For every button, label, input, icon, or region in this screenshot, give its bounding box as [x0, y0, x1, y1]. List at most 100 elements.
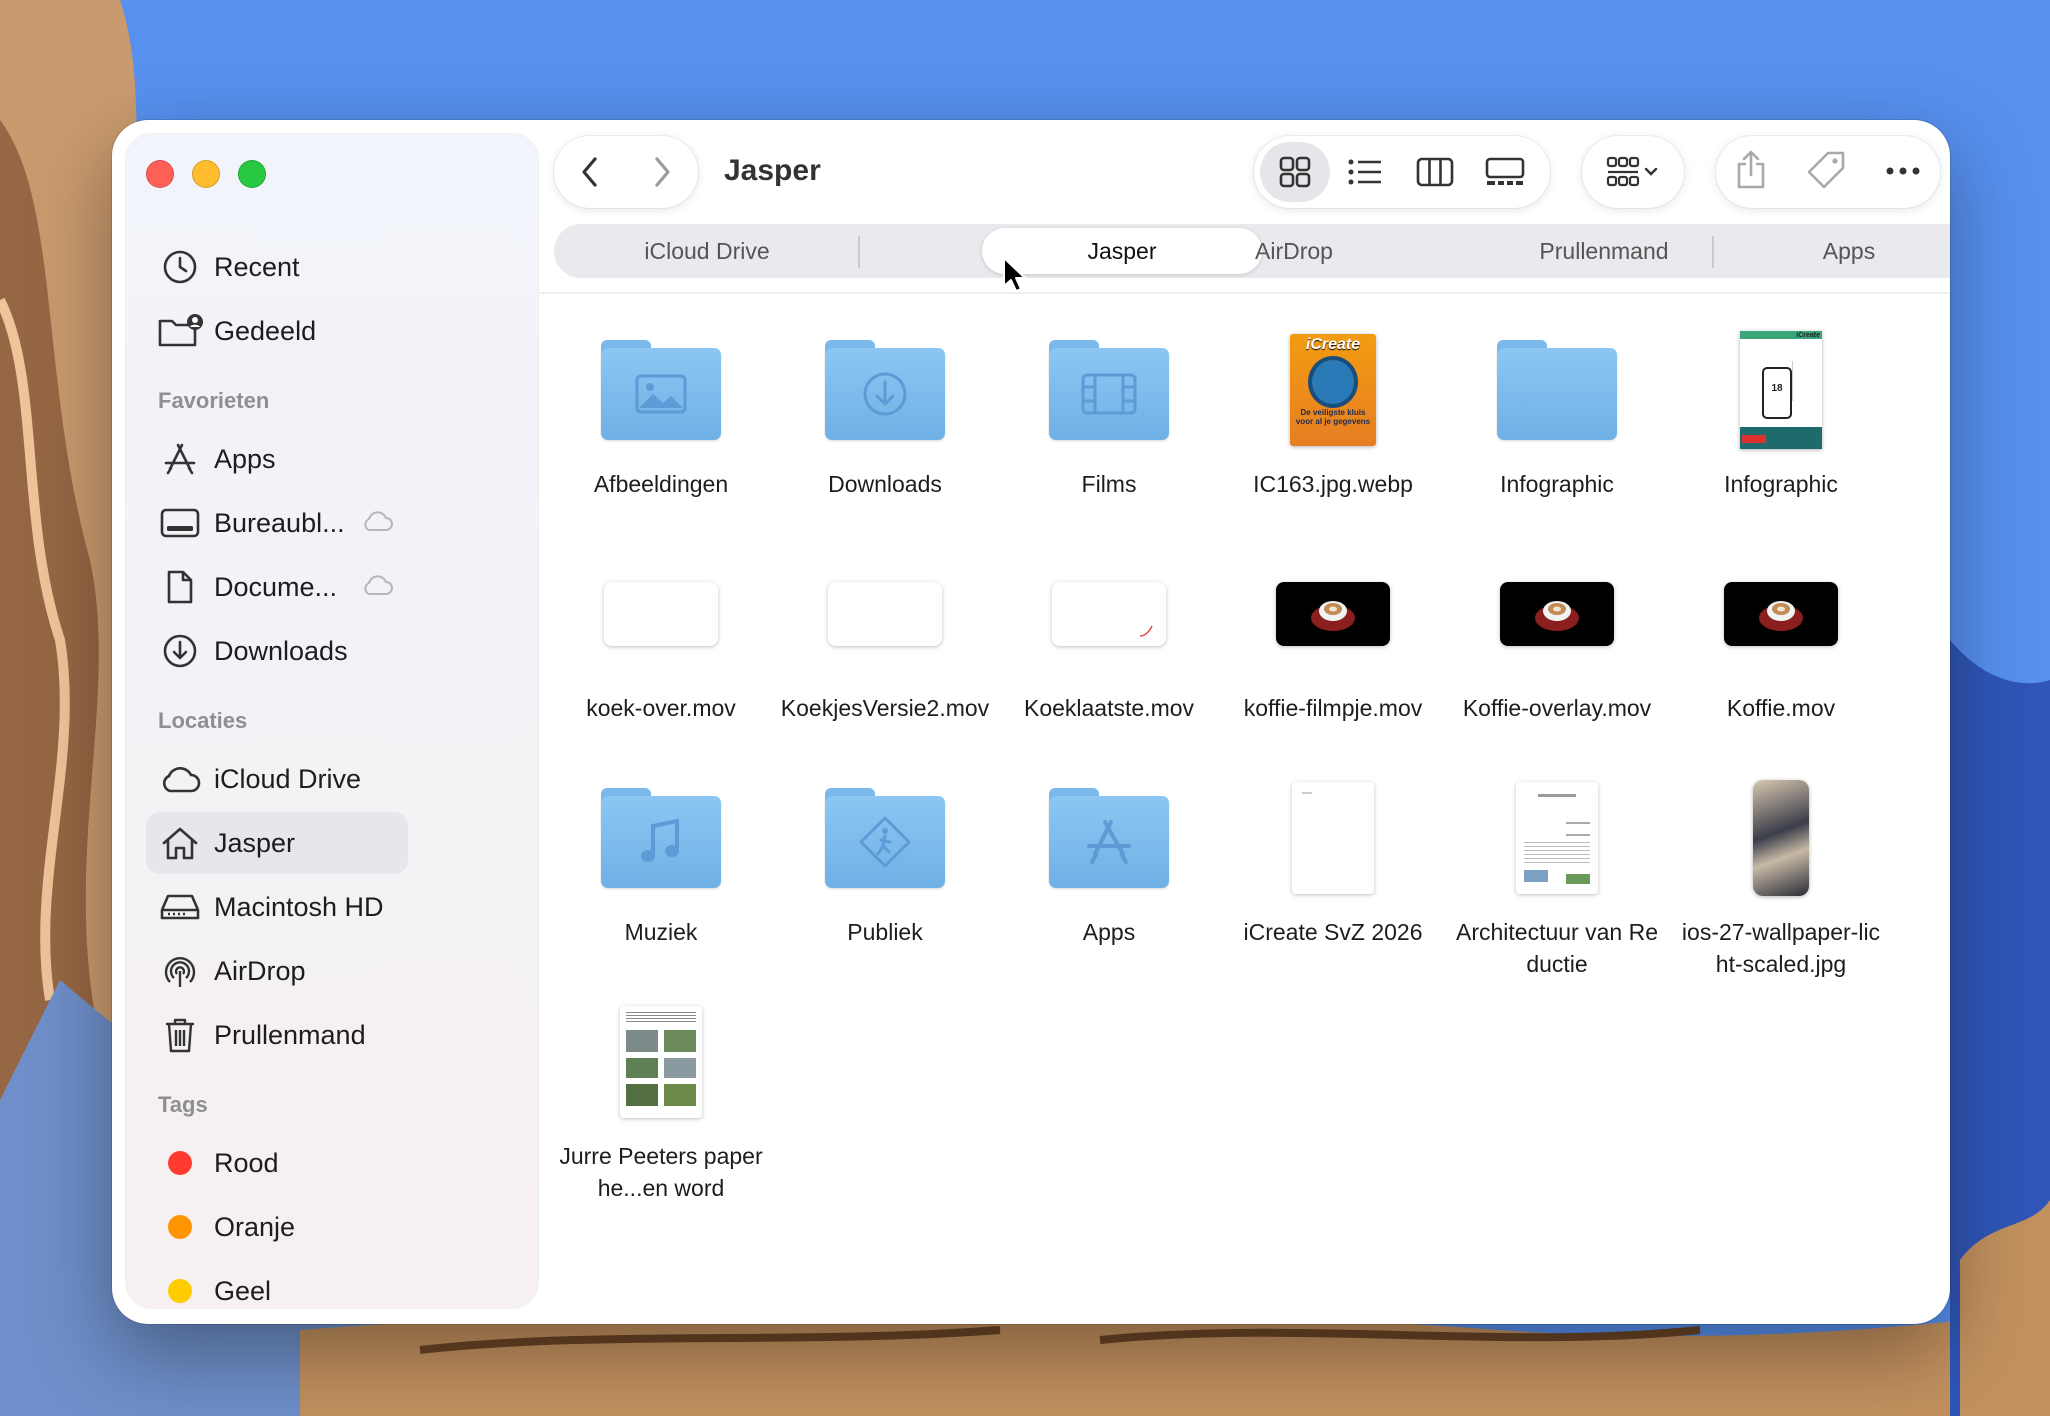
sidebar-item-shared[interactable]: Gedeeld [146, 300, 408, 362]
group-by-button[interactable] [1582, 136, 1684, 208]
file-name: Publiek [847, 919, 923, 945]
window-title: Jasper [724, 154, 821, 187]
tag-dot-icon [168, 1151, 192, 1175]
trash-icon [150, 1004, 210, 1066]
file-item[interactable]: Jurre Peeters paper he...en word [556, 992, 766, 1204]
sidebar: Recent Gedeeld Favorieten Apps Bureaubl.… [126, 134, 538, 1308]
sidebar-item-label: iCloud Drive [214, 763, 362, 794]
file-item[interactable]: Infographic [1452, 320, 1662, 500]
list-view-button[interactable] [1330, 142, 1400, 202]
tag-button[interactable] [1806, 150, 1846, 195]
document-thumbnail [620, 1006, 702, 1118]
icloud-status-icon [360, 572, 394, 603]
sidebar-item-trash[interactable]: Prullenmand [146, 1004, 408, 1066]
sidebar-item-desktop[interactable]: Bureaubl... [146, 492, 408, 554]
sidebar-item-recent[interactable]: Recent [146, 236, 408, 298]
document-thumbnail [1292, 782, 1374, 894]
group-grid-chevron-icon [1606, 156, 1658, 187]
sidebar-item-label: Downloads [214, 635, 348, 666]
sidebar-item-apps[interactable]: Apps [146, 428, 408, 490]
tab-airdrop[interactable]: AirDrop [1254, 224, 1334, 278]
tab-icloud-drive[interactable]: iCloud Drive [554, 224, 860, 278]
sidebar-tag-red[interactable]: Rood [146, 1132, 408, 1194]
tags-heading: Tags [158, 1092, 208, 1117]
file-item[interactable]: koffie-filmpje.mov [1228, 544, 1438, 724]
file-name: ios-27-wallpaper-licht-scaled.jpg [1681, 919, 1881, 977]
file-item[interactable]: Publiek [780, 768, 990, 948]
sidebar-tag-orange[interactable]: Oranje [146, 1196, 408, 1258]
public-icon [859, 816, 911, 868]
cloud-icon [150, 748, 210, 810]
file-name: Muziek [624, 919, 698, 945]
gallery-view-button[interactable] [1470, 142, 1540, 202]
columns-icon [1416, 157, 1454, 187]
sidebar-item-downloads[interactable]: Downloads [146, 620, 408, 682]
icon-view-button[interactable] [1260, 142, 1330, 202]
file-item[interactable]: iCreate SvZ 2026 [1228, 768, 1438, 948]
document-thumbnail [1516, 782, 1598, 894]
clock-icon [150, 236, 210, 298]
file-item[interactable]: iCreate 18 Infographic [1676, 320, 1886, 500]
sidebar-item-icloud-drive[interactable]: iCloud Drive [146, 748, 408, 810]
file-item[interactable]: Downloads [780, 320, 990, 500]
column-view-button[interactable] [1400, 142, 1470, 202]
sidebar-tag-yellow[interactable]: Geel [146, 1260, 408, 1322]
sidebar-item-airdrop[interactable]: AirDrop [146, 940, 408, 1002]
file-item[interactable]: ios-27-wallpaper-licht-scaled.jpg [1676, 768, 1886, 980]
magazine-headline: De veiligste kluis voor al je gegevens [1295, 408, 1371, 426]
back-button[interactable] [554, 136, 626, 208]
sidebar-item-label: Gedeeld [214, 315, 317, 346]
sidebar-item-documents[interactable]: Docume... [146, 556, 408, 618]
file-name: Koeklaatste.mov [1023, 695, 1195, 721]
file-item[interactable]: Koeklaatste.mov [1004, 544, 1214, 724]
film-icon [1081, 373, 1137, 415]
folder-icon [1049, 340, 1169, 440]
file-name: IC163.jpg.webp [1253, 471, 1413, 497]
folder-icon [1497, 340, 1617, 440]
share-button[interactable] [1735, 150, 1767, 195]
actions-toolbar [1716, 136, 1940, 208]
sidebar-item-label: Jasper [214, 827, 296, 858]
document-icon [150, 556, 210, 618]
file-item[interactable]: koek-over.mov [556, 544, 766, 724]
zoom-button[interactable] [238, 160, 266, 188]
file-item[interactable]: Muziek [556, 768, 766, 948]
coffee-cup-icon [1759, 601, 1803, 631]
navigation-buttons [554, 136, 698, 208]
file-item[interactable]: KoekjesVersie2.mov [780, 544, 990, 724]
folder-icon [601, 340, 721, 440]
file-name: Jurre Peeters paper he...en word [559, 1143, 763, 1201]
forward-button[interactable] [626, 136, 698, 208]
chevron-left-icon [582, 157, 597, 187]
minimize-button[interactable] [192, 160, 220, 188]
photo-icon [635, 374, 687, 414]
sidebar-item-macintosh-hd[interactable]: Macintosh HD [146, 876, 408, 938]
file-name: KoekjesVersie2.mov [780, 695, 990, 721]
file-item[interactable]: Architectuur van Reductie [1452, 768, 1662, 980]
sidebar-item-label: Geel [214, 1275, 272, 1306]
sidebar-item-label: Apps [214, 443, 276, 474]
tab-prullenmand[interactable]: Prullenmand [1454, 224, 1754, 278]
coffee-cup-icon [1535, 601, 1579, 631]
file-item[interactable]: Koffie-overlay.mov [1452, 544, 1662, 724]
folder-icon [1049, 788, 1169, 888]
file-name: Infographic [1724, 471, 1838, 497]
file-name: koffie-filmpje.mov [1243, 695, 1423, 721]
sidebar-item-jasper[interactable]: Jasper [146, 812, 408, 874]
list-icon [1348, 159, 1381, 185]
icloud-status-icon [360, 508, 394, 539]
ellipsis-icon [1886, 167, 1920, 175]
tag-icon [1807, 151, 1845, 188]
more-actions-button[interactable] [1885, 163, 1921, 181]
file-item[interactable]: Koffie.mov [1676, 544, 1886, 724]
file-item[interactable]: Apps [1004, 768, 1214, 948]
tab-separator [858, 236, 860, 268]
file-item[interactable]: Films [1004, 320, 1214, 500]
file-item[interactable]: iCreate De veiligste kluis voor al je ge… [1228, 320, 1438, 500]
sidebar-item-label: Oranje [214, 1211, 296, 1242]
file-item[interactable]: Afbeeldingen [556, 320, 766, 500]
locations-heading: Locaties [158, 708, 248, 733]
file-name: Architectuur van Reductie [1456, 919, 1658, 977]
close-button[interactable] [146, 160, 174, 188]
tab-apps[interactable]: Apps [1714, 224, 1950, 278]
